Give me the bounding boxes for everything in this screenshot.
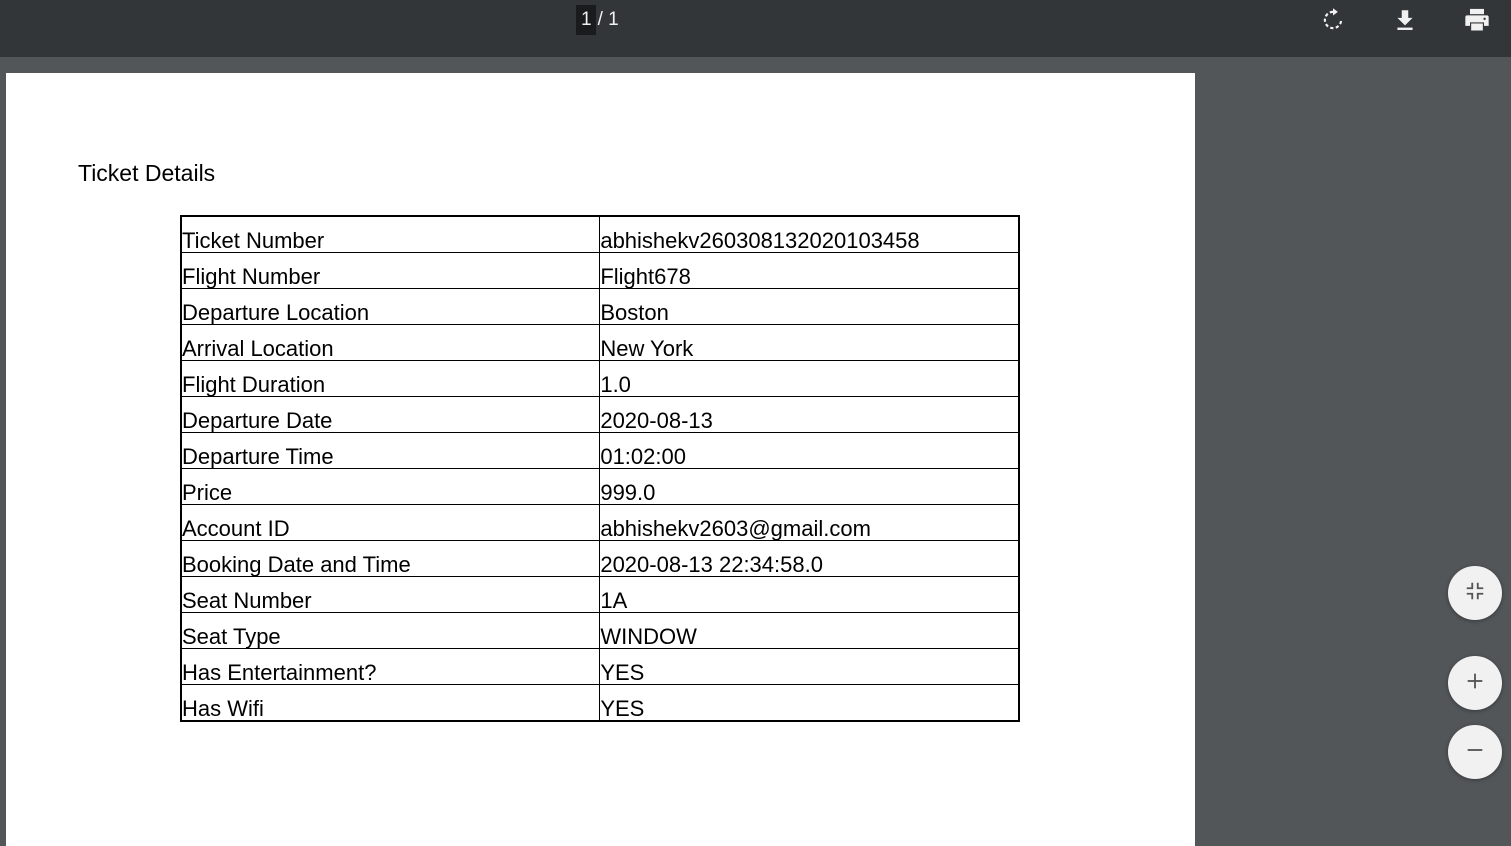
- table-row: Departure Date 2020-08-13: [180, 396, 1020, 433]
- page-indicator: 1/ 1: [576, 5, 619, 35]
- row-label: Departure Time: [180, 432, 601, 469]
- row-value: Flight678: [599, 252, 1020, 289]
- row-value: 2020-08-13: [599, 396, 1020, 433]
- table-row: Flight Duration 1.0: [180, 360, 1020, 397]
- table-row: Seat Number 1A: [180, 576, 1020, 613]
- table-row: Price 999.0: [180, 468, 1020, 505]
- table-row: Ticket Number abhishekv260308132020103458: [180, 215, 1020, 253]
- row-value: 1A: [599, 576, 1020, 613]
- row-label: Seat Number: [180, 576, 601, 613]
- table-row: Departure Time 01:02:00: [180, 432, 1020, 469]
- table-row: Arrival Location New York: [180, 324, 1020, 361]
- print-icon: [1463, 6, 1491, 34]
- zoom-out-button[interactable]: [1448, 725, 1502, 779]
- row-label: Departure Date: [180, 396, 601, 433]
- row-label: Booking Date and Time: [180, 540, 601, 577]
- table-row: Departure Location Boston: [180, 288, 1020, 325]
- download-icon: [1392, 7, 1418, 33]
- row-label: Has Entertainment?: [180, 648, 601, 685]
- table-row: Has Wifi YES: [180, 684, 1020, 722]
- table-row: Flight Number Flight678: [180, 252, 1020, 289]
- row-label: Ticket Number: [180, 215, 601, 253]
- pdf-page: Ticket Details Ticket Number abhishekv260…: [6, 73, 1195, 846]
- pdf-toolbar: 1/ 1: [0, 0, 1511, 57]
- table-row: Booking Date and Time 2020-08-13 22:34:58…: [180, 540, 1020, 577]
- row-value: Boston: [599, 288, 1020, 325]
- table-row: Account ID abhishekv2603@gmail.com: [180, 504, 1020, 541]
- row-value: 999.0: [599, 468, 1020, 505]
- print-button[interactable]: [1461, 4, 1493, 36]
- row-label: Departure Location: [180, 288, 601, 325]
- row-label: Seat Type: [180, 612, 601, 649]
- row-label: Has Wifi: [180, 684, 601, 722]
- row-label: Arrival Location: [180, 324, 601, 361]
- row-value: New York: [599, 324, 1020, 361]
- row-value: 1.0: [599, 360, 1020, 397]
- zoom-in-icon: [1464, 670, 1486, 697]
- rotate-icon: [1320, 7, 1346, 33]
- row-value: YES: [599, 684, 1020, 722]
- fit-page-icon: [1464, 580, 1486, 607]
- row-label: Account ID: [180, 504, 601, 541]
- page-total: / 1: [597, 9, 619, 30]
- table-row: Has Entertainment? YES: [180, 648, 1020, 685]
- row-value: YES: [599, 648, 1020, 685]
- fit-to-page-button[interactable]: [1448, 566, 1502, 620]
- row-value: WINDOW: [599, 612, 1020, 649]
- row-value: 2020-08-13 22:34:58.0: [599, 540, 1020, 577]
- row-label: Flight Duration: [180, 360, 601, 397]
- rotate-button[interactable]: [1317, 4, 1349, 36]
- zoom-out-icon: [1464, 739, 1486, 766]
- row-label: Price: [180, 468, 601, 505]
- row-label: Flight Number: [180, 252, 601, 289]
- download-button[interactable]: [1389, 4, 1421, 36]
- row-value: abhishekv2603@gmail.com: [599, 504, 1020, 541]
- ticket-details-table: Ticket Number abhishekv260308132020103458…: [180, 215, 1020, 722]
- document-title: Ticket Details: [78, 160, 216, 186]
- row-value: abhishekv260308132020103458: [599, 215, 1020, 253]
- pdf-viewer-area[interactable]: Ticket Details Ticket Number abhishekv260…: [0, 57, 1511, 846]
- zoom-in-button[interactable]: [1448, 656, 1502, 710]
- row-value: 01:02:00: [599, 432, 1020, 469]
- page-number-input[interactable]: 1: [576, 5, 596, 35]
- table-row: Seat Type WINDOW: [180, 612, 1020, 649]
